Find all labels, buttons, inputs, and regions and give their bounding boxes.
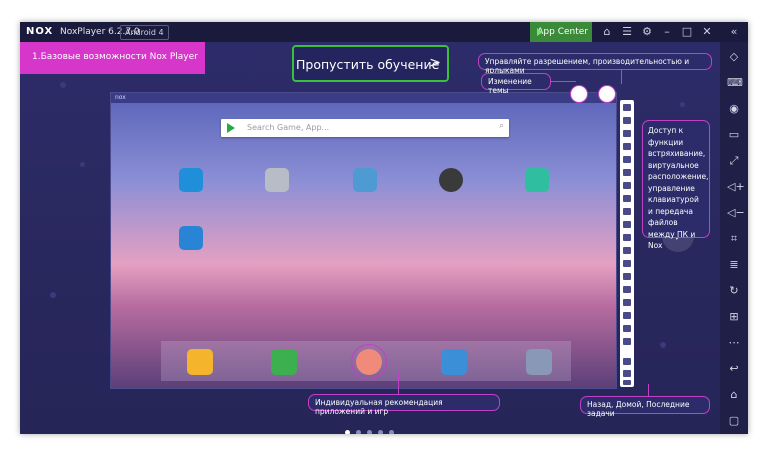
dock-icon-download[interactable] [271,349,297,375]
pager-dot[interactable] [389,430,394,434]
app-center-button[interactable]: App Center [530,22,592,42]
dock-icon-gallery[interactable] [441,349,467,375]
play-icon [537,28,543,36]
dock-icon-settings[interactable] [526,349,552,375]
skip-tutorial-label: Пропустить обучение [296,57,440,72]
home-icon[interactable]: ⌂ [727,388,741,402]
android-screen: nox Search Game, App... ⌕ [110,92,617,389]
tool-screen-icon[interactable] [623,156,631,163]
title-bar: NOX NoxPlayer 6.2.7.0 Android 4 App Cent… [20,22,748,42]
android-version-badge: Android 4 [120,25,169,40]
minimize-icon[interactable]: – [660,25,674,39]
tool-screenshot-icon[interactable] [623,117,631,124]
more-icon[interactable]: ⋯ [727,336,741,350]
tool-trash-icon[interactable] [623,221,631,228]
layers-icon[interactable]: ≣ [727,258,741,272]
app-icon-es[interactable] [179,226,203,250]
screen-icon[interactable]: ▭ [727,128,741,142]
tool-print2-icon[interactable] [623,286,631,293]
dock-icon-recommend[interactable] [351,344,387,380]
callout-manage: Управляйте разрешением, производительнос… [478,53,712,75]
tutorial-step-title: 1.Базовые возможности Nox Player [20,42,205,74]
app-icon-folder[interactable] [265,168,289,192]
fullscreen-icon[interactable]: ⤢ [727,154,741,168]
right-toolbar: ◇ ⌨ ◉ ▭ ⤢ ◁+ ◁− ⌗ ≣ ↻ ⊞ ⋯ ↩ ⌂ ▢ [720,42,748,434]
tool-fullscreen-icon[interactable] [623,169,631,176]
callout-access: Доступ к функции встряхивание, виртуальн… [642,120,710,250]
tool-print-icon[interactable] [623,234,631,241]
tool-volume-down-icon[interactable] [623,195,631,202]
callout-nav-link [648,384,649,396]
keyboard-icon[interactable]: ⌨ [727,76,743,90]
tool-record-icon[interactable] [623,299,631,306]
step-title-text: 1.Базовые возможности Nox Player [32,52,198,62]
callout-recommend: Индивидуальная рекомендация приложений и… [308,394,500,416]
google-play-icon [227,123,235,133]
maximize-icon[interactable]: □ [680,25,694,39]
settings-gear-icon[interactable] [598,85,616,103]
app-icon-camera[interactable] [439,168,463,192]
tool-more-icon[interactable] [623,338,631,345]
chevron-right-icon: > [429,55,441,71]
location-icon[interactable]: ◉ [727,102,741,116]
menu-icon[interactable]: ☰ [620,25,634,39]
nox-window: NOX NoxPlayer 6.2.7.0 Android 4 App Cent… [20,22,748,434]
app-icon-help[interactable] [525,168,549,192]
refresh-icon[interactable]: ↻ [727,284,741,298]
app-dock [161,341,571,381]
recent-icon[interactable]: ▢ [727,414,741,428]
dock-icon-files[interactable] [187,349,213,375]
collapse-sidebar-icon[interactable]: « [727,25,741,39]
callout-access-text: Доступ к функции встряхивание, виртуальн… [648,126,709,250]
app-icon-contacts[interactable] [353,168,377,192]
app-center-label: App Center [537,27,588,37]
nox-logo: NOX [26,26,54,37]
search-icon: ⌕ [498,121,504,131]
page-indicator [345,420,400,434]
screenshot-icon[interactable]: ⌗ [727,232,741,246]
volume-down-icon[interactable]: ◁− [727,206,745,220]
tool-location-icon[interactable] [623,143,631,150]
phone-nox-logo: nox [115,94,126,101]
search-placeholder: Search Game, App... [247,123,330,132]
tool-volume-up-icon[interactable] [623,182,631,189]
tool-apk-icon[interactable] [623,260,631,267]
callout-theme: Изменение темы [481,73,551,95]
tool-folder-icon[interactable] [623,273,631,280]
app-icon-c[interactable] [179,168,203,192]
pager-dot[interactable] [378,430,383,434]
pager-dot[interactable] [367,430,372,434]
volume-up-icon[interactable]: ◁+ [727,180,745,194]
callout-manage-link [621,70,622,84]
close-icon[interactable]: ✕ [700,25,714,39]
tool-delete-icon[interactable] [623,104,631,111]
callout-nav: Назад, Домой, Последние задачи [580,396,710,418]
callout-theme-link [551,81,576,82]
tool-volume-icon[interactable] [623,208,631,215]
tool-cut-icon[interactable] [623,130,631,137]
tool-strip [620,100,634,387]
phone-status-bar: nox [111,93,616,103]
play-search-bar[interactable]: Search Game, App... ⌕ [221,119,509,137]
tool-home-icon[interactable] [623,370,631,377]
tool-sync-icon[interactable] [623,312,631,319]
theme-shirt-icon[interactable] [570,85,588,103]
tool-recent-icon[interactable] [623,380,631,385]
apk-icon[interactable]: ⊞ [727,310,741,324]
tool-shake-icon[interactable] [623,247,631,254]
skip-tutorial-button[interactable]: Пропустить обучение > [292,45,449,82]
back-icon[interactable]: ↩ [727,362,741,376]
pager-dot[interactable] [345,430,350,434]
pager-dot[interactable] [356,430,361,434]
callout-recommend-link [398,372,399,394]
gear-icon[interactable]: ⚙ [640,25,654,39]
tool-list-icon[interactable] [623,325,631,332]
home-shirt-icon[interactable]: ⌂ [600,25,614,39]
tool-back-icon[interactable] [623,358,631,365]
diamond-icon[interactable]: ◇ [727,50,741,64]
